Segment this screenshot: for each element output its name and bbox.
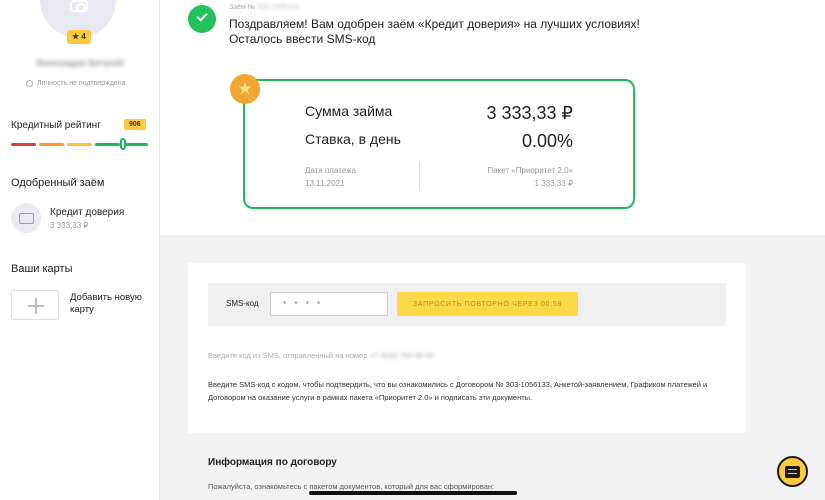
loan-approval-header: Заём № 302-1056133 Поздравляем! Вам одоб… [160,0,825,235]
rating-stars-badge: ★ 4 [67,30,91,44]
loan-summary-card: ★ Сумма займа 3 333,33 ₽ Ставка, в день … [230,74,635,209]
payment-date-value: 13.11.2021 [305,179,345,188]
star-icon: ★ [230,74,260,104]
payment-date-label: Дата платежа [305,166,356,175]
checkmark-icon [188,5,216,33]
rating-segment [95,143,120,146]
credit-rating-bar [11,143,148,146]
chat-icon [785,465,800,478]
loan-sum-label: Сумма займа [305,103,393,119]
contract-info-subtitle: Пожалуйста, ознакомьтесь с пакетом докум… [208,482,495,491]
loan-number-label: Заём № [229,4,256,11]
rating-segment [67,143,92,146]
approved-loan-name[interactable]: Кредит доверия [50,207,124,218]
payment-date: Дата платежа 13.11.2021 [305,164,356,190]
package-info: Пакет «Приоритет 2.0» 1 333,33 ₽ [487,164,573,190]
loan-sum-row: Сумма займа 3 333,33 ₽ [305,103,573,124]
credit-rating-label: Кредитный рейтинг [11,120,101,131]
sms-hint-text: Введите код из SMS, отправленный на номе… [208,351,368,360]
loan-number-value: 302-1056133 [257,4,299,11]
divider [419,161,420,189]
rating-segment [39,143,64,146]
cards-heading: Ваши карты [11,263,73,275]
rating-segment [123,143,148,146]
package-label: Пакет «Приоритет 2.0» [487,166,573,175]
phone-number: +7 (916) 760-00-00 [369,351,434,360]
sms-code-label: SMS-код [226,299,259,308]
credit-rating-value: 906 [124,119,146,130]
loan-rate-value: 0.00% [521,131,573,151]
verify-status-label: Личность не подтверждена [37,80,126,87]
credit-rating-marker [120,138,127,150]
sms-confirmation-panel: SMS-код ЗАПРОСИТЬ ПОВТОРНО ЧЕРЕЗ 00:58 В… [188,263,746,433]
loan-rate-row: Ставка, в день 0.00% [305,131,573,152]
rating-segment [11,143,36,146]
camera-icon [70,0,88,13]
loan-number: Заём № 302-1056133 [229,4,299,11]
chat-button[interactable] [777,456,808,487]
sidebar: ★ 4 Виноградов Виталий Личность не подтв… [0,0,160,500]
contract-info-heading: Информация по договору [208,457,337,468]
package-value: 1 333,33 ₽ [534,179,573,188]
verify-status[interactable]: Личность не подтверждена [26,80,126,87]
loan-sum-value: 3 333,33 ₽ [486,103,573,123]
add-card-label[interactable]: Добавить новую карту [70,292,155,316]
check-circle-icon [26,80,33,87]
sms-input-row: SMS-код ЗАПРОСИТЬ ПОВТОРНО ЧЕРЕЗ 00:58 [208,283,726,326]
resend-code-button[interactable]: ЗАПРОСИТЬ ПОВТОРНО ЧЕРЕЗ 00:58 [397,292,578,316]
approved-loan-amount: 3 333,33 ₽ [50,221,89,230]
add-card-button[interactable] [11,290,59,320]
approval-message: Поздравляем! Вам одобрен заём «Кредит до… [229,17,640,46]
loan-rate-label: Ставка, в день [305,131,401,147]
approved-loan-heading: Одобренный заём [11,177,105,189]
sms-hint: Введите код из SMS, отправленный на номе… [208,351,434,360]
home-indicator[interactable] [309,491,517,495]
sms-code-input[interactable] [270,292,388,316]
sms-description: Введите SMS-код с кодом, чтобы подтверди… [208,380,708,402]
user-name: Виноградов Виталий [36,58,124,68]
loan-card-icon[interactable] [11,203,41,233]
